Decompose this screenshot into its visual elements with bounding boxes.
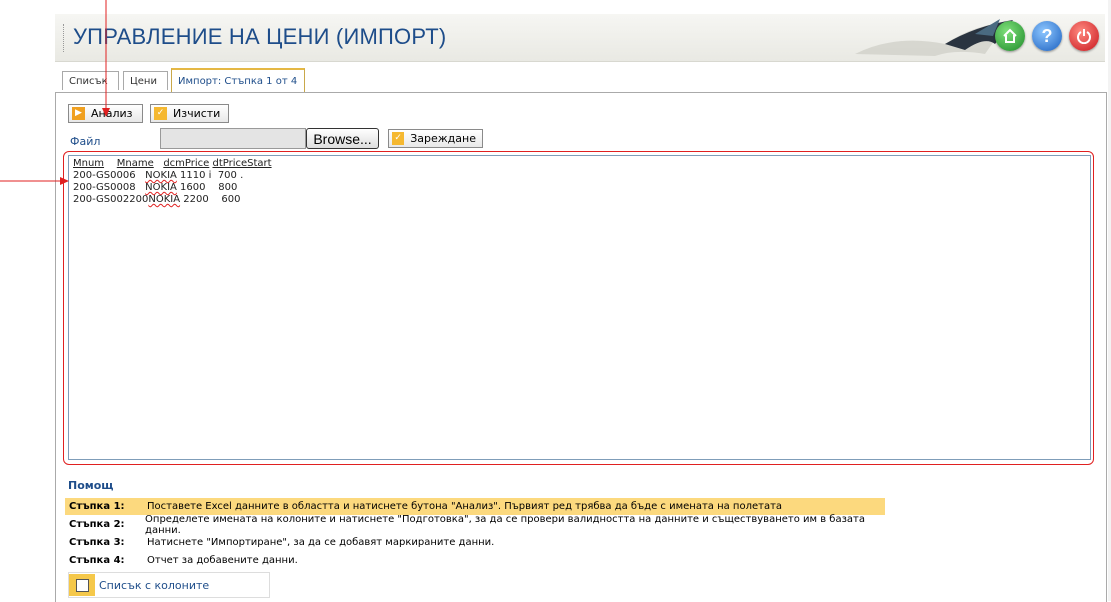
- data-header-row: Mnum Mname dcmPrice dtPriceStart: [73, 158, 1086, 170]
- help-button[interactable]: ?: [1032, 21, 1062, 51]
- check-icon: ✓: [154, 107, 167, 120]
- step-text: Поставете Excel данните в областта и нат…: [147, 501, 783, 512]
- col-header: Mname: [116, 158, 154, 169]
- data-row: 200-GS0006 NOKIA 1110 i 700 .: [73, 170, 1086, 182]
- clear-button[interactable]: ✓ Изчисти: [150, 104, 229, 123]
- cell: 1600: [180, 182, 206, 193]
- col-header: dcmPrice: [163, 158, 210, 169]
- power-icon: [1077, 29, 1091, 44]
- step-label: Стъпка 3:: [69, 537, 125, 548]
- annotation-arrow-down: [102, 0, 110, 117]
- clear-label: Изчисти: [173, 107, 221, 120]
- help-icon: ?: [1041, 25, 1053, 46]
- help-title: Помощ: [68, 479, 114, 492]
- help-step-3: Стъпка 3: Натиснете "Импортиране", за да…: [65, 534, 885, 551]
- data-row: 200-GS002200NOKIA 2200 600: [73, 194, 1086, 206]
- arrow-right-icon: ▶: [72, 107, 85, 120]
- col-header: dtPriceStart: [212, 158, 272, 169]
- power-button[interactable]: [1069, 21, 1099, 51]
- step-label: Стъпка 1:: [69, 501, 125, 512]
- cell: 200-GS0008: [73, 182, 136, 193]
- page-title: УПРАВЛЕНИЕ НА ЦЕНИ (ИМПОРТ): [73, 24, 447, 49]
- cell: NOKIA: [145, 182, 177, 193]
- page-header: УПРАВЛЕНИЕ НА ЦЕНИ (ИМПОРТ) ?: [55, 14, 1105, 62]
- step-text: Натиснете "Импортиране", за да се добавя…: [147, 537, 495, 548]
- home-icon: [1003, 28, 1017, 43]
- annotation-arrow-right: [0, 177, 69, 185]
- step-label: Стъпка 2:: [69, 519, 125, 530]
- home-button[interactable]: [995, 21, 1025, 51]
- cell: 700 .: [217, 170, 244, 181]
- help-step-2: Стъпка 2: Определете имената на колоните…: [65, 513, 885, 536]
- browse-button[interactable]: Browse...: [306, 128, 379, 149]
- col-header: Mnum: [73, 158, 105, 169]
- cell: 1110 i: [180, 170, 212, 181]
- columns-list-label: Списък с колоните: [99, 578, 210, 592]
- checkbox[interactable]: [75, 578, 89, 592]
- file-label: Файл: [70, 135, 101, 148]
- columns-list-toggle[interactable]: Списък с колоните: [68, 572, 270, 598]
- upload-label: Зареждане: [410, 132, 476, 145]
- step-label: Стъпка 4:: [69, 555, 125, 566]
- cell: 200-GS002200: [73, 194, 149, 205]
- cell: NOKIA: [148, 194, 181, 205]
- header-divider: [63, 24, 64, 52]
- checkbox-container: [69, 574, 95, 596]
- tab-import[interactable]: Импорт: Стъпка 1 от 4: [171, 68, 305, 92]
- data-row: 200-GS0008 NOKIA 1600 800: [73, 182, 1086, 194]
- step-text: Отчет за добавените данни.: [147, 555, 298, 566]
- cell: 200-GS0006: [73, 170, 136, 181]
- cell: 600: [221, 194, 241, 205]
- tab-prices[interactable]: Цени: [123, 71, 168, 90]
- file-path-input[interactable]: [160, 128, 306, 149]
- help-step-4: Стъпка 4: Отчет за добавените данни.: [65, 552, 885, 569]
- cell: 2200: [183, 194, 209, 205]
- check-icon: ✓: [392, 132, 405, 145]
- data-textarea[interactable]: Mnum Mname dcmPrice dtPriceStart 200-GS0…: [68, 155, 1091, 460]
- cell: 800: [218, 182, 238, 193]
- step-text: Определете имената на колоните и натисне…: [145, 513, 865, 536]
- cell: NOKIA: [145, 170, 177, 181]
- help-step-1: Стъпка 1: Поставете Excel данните в обла…: [65, 498, 885, 515]
- upload-button[interactable]: ✓ Зареждане: [388, 129, 483, 148]
